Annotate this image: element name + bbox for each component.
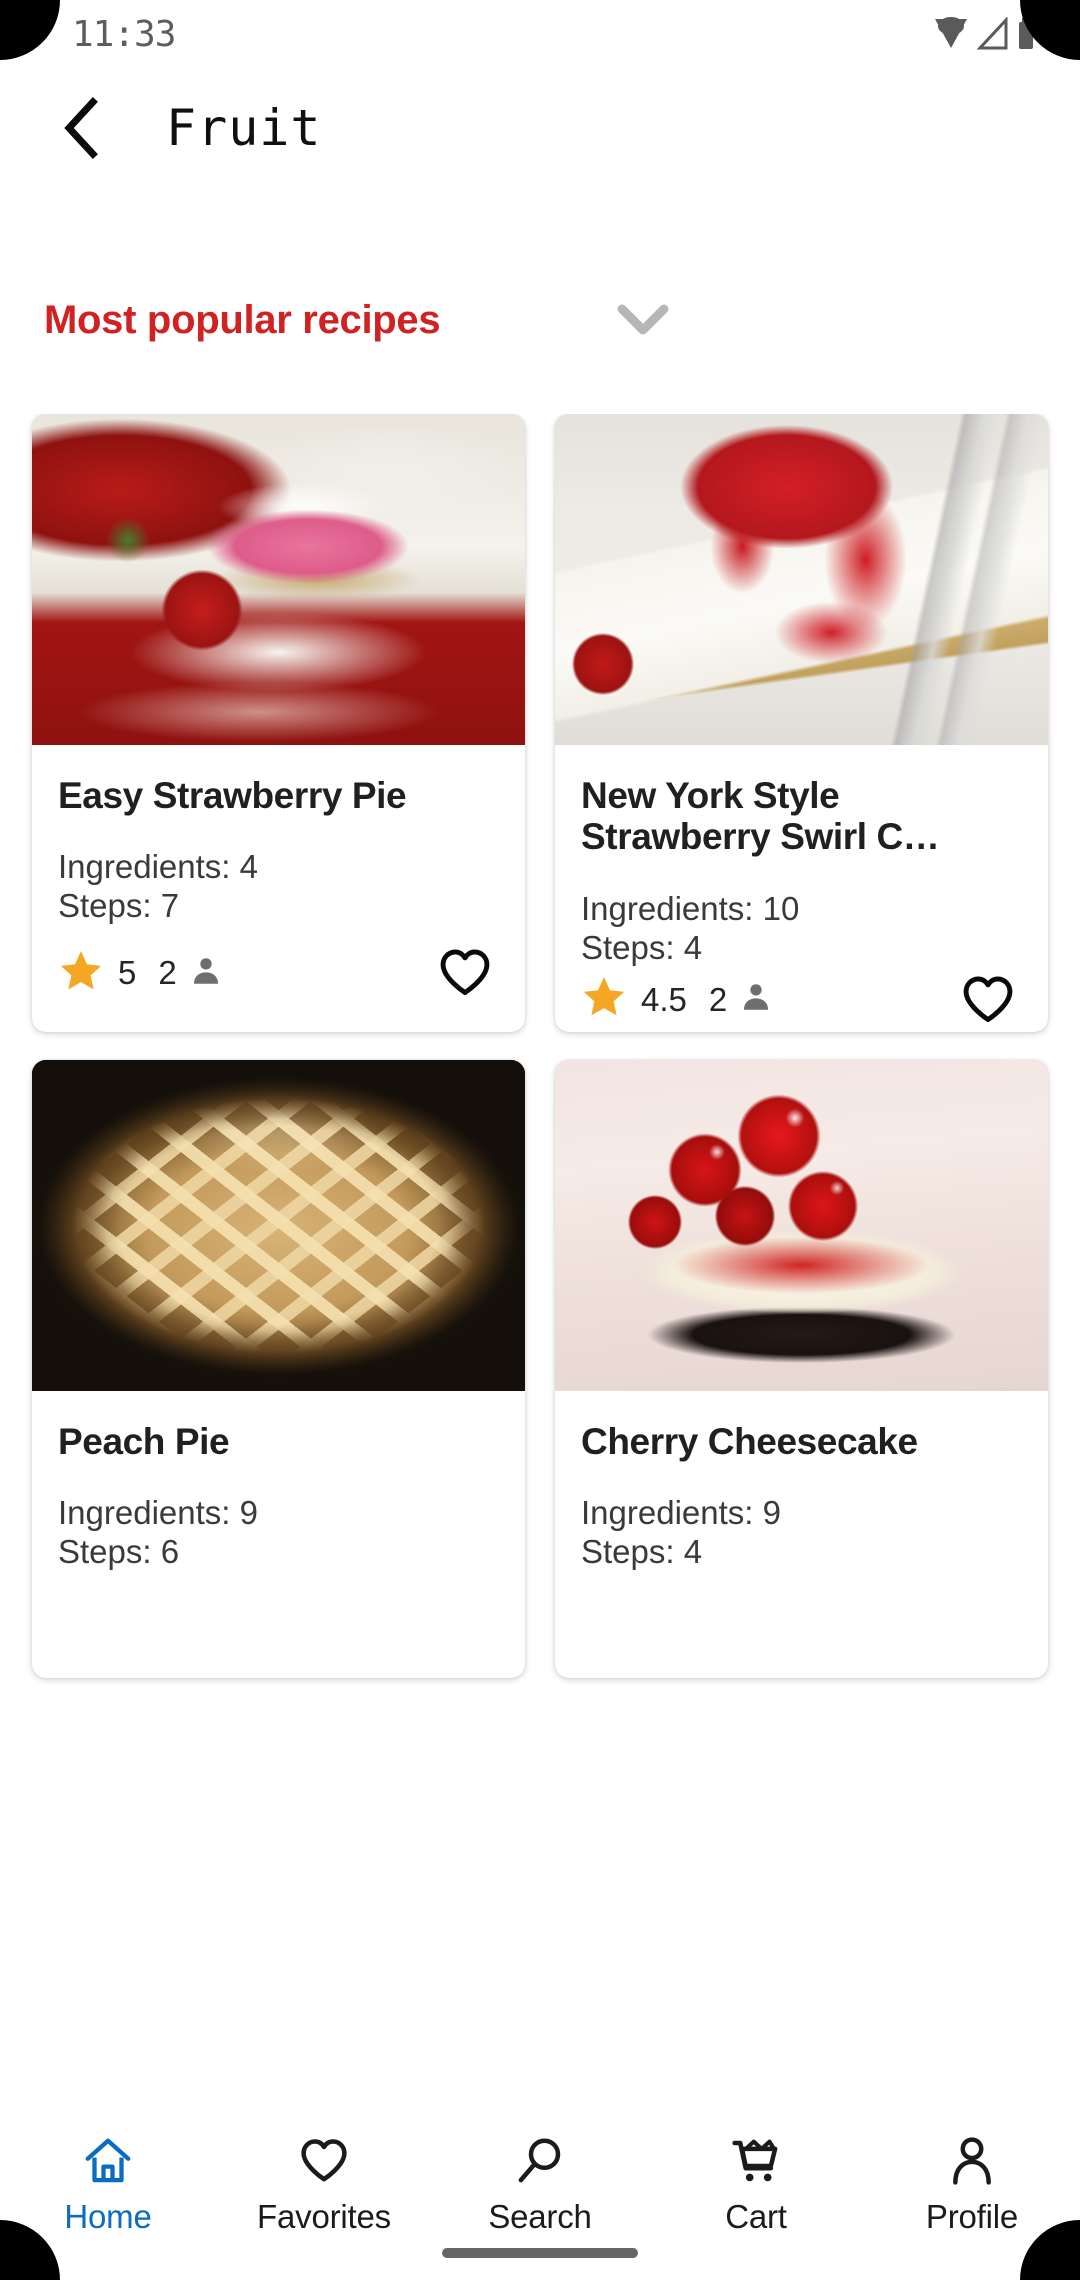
rating-group: 52 <box>58 948 223 999</box>
nav-item-label: Search <box>488 2198 592 2235</box>
star-icon <box>581 974 627 1025</box>
nav-item-cart[interactable]: Cart <box>658 2132 854 2236</box>
rating-value: 4.5 <box>641 980 687 1018</box>
recipe-meta: Ingredients: 4 Steps: 7 <box>58 848 499 926</box>
chevron-down-icon <box>617 304 669 335</box>
back-chevron-icon <box>64 97 98 159</box>
page-title: Fruit <box>166 99 322 157</box>
recipe-steps: Steps: 6 <box>58 1533 180 1571</box>
recipe-card[interactable]: New York Style Strawberry Swirl C… Ingred… <box>555 414 1048 1032</box>
recipe-ingredients: Ingredients: 10 <box>581 889 800 927</box>
recipe-image <box>32 1060 525 1391</box>
recipe-card-footer: 4.5 2 <box>555 968 1048 1032</box>
recipe-image <box>555 414 1048 745</box>
star-icon <box>58 948 104 999</box>
heart-outline-icon <box>301 2139 347 2182</box>
recipe-ingredients: Ingredients: 9 <box>581 1494 781 1532</box>
recipe-title: New York Style Strawberry Swirl C… <box>581 775 940 858</box>
person-icon <box>744 984 769 1010</box>
heart-outline-icon <box>440 949 490 996</box>
nav-item-label: Home <box>64 2198 152 2235</box>
search-icon <box>518 2138 561 2183</box>
heart-outline-icon <box>298 2132 350 2190</box>
recipe-grid: Easy Strawberry Pie Ingredients: 4 Steps: … <box>0 414 1080 2114</box>
sort-header: Most popular recipes <box>0 280 1080 360</box>
favorite-button[interactable] <box>433 941 497 1005</box>
recipe-card-body: Cherry Cheesecake Ingredients: 9 Steps: 4 <box>555 1391 1048 1678</box>
back-button[interactable] <box>40 86 124 170</box>
recipe-card[interactable]: Peach Pie Ingredients: 9 Steps: 6 <box>32 1060 525 1678</box>
recipe-title: Peach Pie <box>58 1421 230 1462</box>
recipe-ingredients: Ingredients: 9 <box>58 1494 258 1532</box>
recipe-title: Easy Strawberry Pie <box>58 775 407 816</box>
recipe-steps: Steps: 4 <box>581 928 703 966</box>
status-time: 11:33 <box>72 13 176 55</box>
recipe-image <box>32 414 525 745</box>
recipe-steps: Steps: 7 <box>58 887 180 925</box>
star-icon <box>60 950 102 989</box>
person-icon <box>945 2132 999 2190</box>
status-bar: 11:33 <box>0 0 1080 68</box>
heart-outline-icon <box>963 976 1013 1022</box>
star-icon <box>583 977 625 1016</box>
recipe-card-body: New York Style Strawberry Swirl C… Ingred… <box>555 745 1048 968</box>
nav-item-label: Cart <box>725 2198 787 2235</box>
home-icon <box>81 2132 135 2190</box>
photo-layer <box>32 414 525 745</box>
person-icon <box>953 2137 991 2185</box>
home-indicator[interactable] <box>442 2248 638 2258</box>
favorite-button[interactable] <box>956 968 1020 1032</box>
recipe-card-body: Easy Strawberry Pie Ingredients: 4 Steps: … <box>32 745 525 936</box>
recipe-steps: Steps: 4 <box>581 1533 703 1571</box>
recipe-card-body: Peach Pie Ingredients: 9 Steps: 6 <box>32 1391 525 1678</box>
nav-item-label: Profile <box>925 2198 1019 2235</box>
recipe-meta: Ingredients: 10 Steps: 4 <box>581 890 1022 968</box>
nav-item-search[interactable]: Search <box>442 2132 638 2236</box>
rating-group: 4.5 2 <box>581 974 773 1025</box>
recipe-card[interactable]: Cherry Cheesecake Ingredients: 9 Steps: 4 <box>555 1060 1048 1678</box>
nav-item-favorites[interactable]: Favorites <box>226 2132 422 2236</box>
home-icon <box>85 2138 131 2183</box>
rating-count: 2 <box>158 954 177 991</box>
battery-icon <box>1016 17 1036 51</box>
cellular-signal-icon <box>976 17 1010 51</box>
recipe-ingredients: Ingredients: 4 <box>58 848 258 886</box>
recipe-title: Cherry Cheesecake <box>581 1421 918 1462</box>
recipe-meta: Ingredients: 9 Steps: 4 <box>581 1494 1022 1572</box>
recipe-meta: Ingredients: 9 Steps: 6 <box>58 1494 499 1572</box>
sort-label: Most popular recipes <box>44 297 441 342</box>
nav-item-profile[interactable]: Profile <box>874 2132 1070 2236</box>
recipe-card[interactable]: Easy Strawberry Pie Ingredients: 4 Steps: … <box>32 414 525 1032</box>
rating-count: 2 <box>708 980 728 1018</box>
search-icon <box>513 2132 567 2190</box>
shopping-cart-icon <box>729 2132 783 2190</box>
nav-item-label: Favorites <box>257 2198 391 2235</box>
person-icon <box>189 954 223 993</box>
recipe-image <box>555 1060 1048 1391</box>
shopping-cart-icon <box>732 2139 778 2182</box>
photo-layer <box>555 1060 1048 1391</box>
photo-layer <box>555 414 1048 745</box>
wifi-icon <box>932 17 970 51</box>
person-icon <box>193 957 218 984</box>
app-screen: 11:33 Fruit Most popular recipes Easy St… <box>0 0 1080 2280</box>
person-icon <box>739 980 773 1019</box>
rating-value: 5 <box>118 954 137 991</box>
app-bar: Fruit <box>0 68 1080 188</box>
recipe-card-footer: 52 <box>32 936 525 1032</box>
sort-dropdown-button[interactable] <box>608 285 678 355</box>
status-icon-group <box>932 17 1036 51</box>
nav-item-home[interactable]: Home <box>10 2132 206 2236</box>
photo-layer <box>32 1060 525 1391</box>
